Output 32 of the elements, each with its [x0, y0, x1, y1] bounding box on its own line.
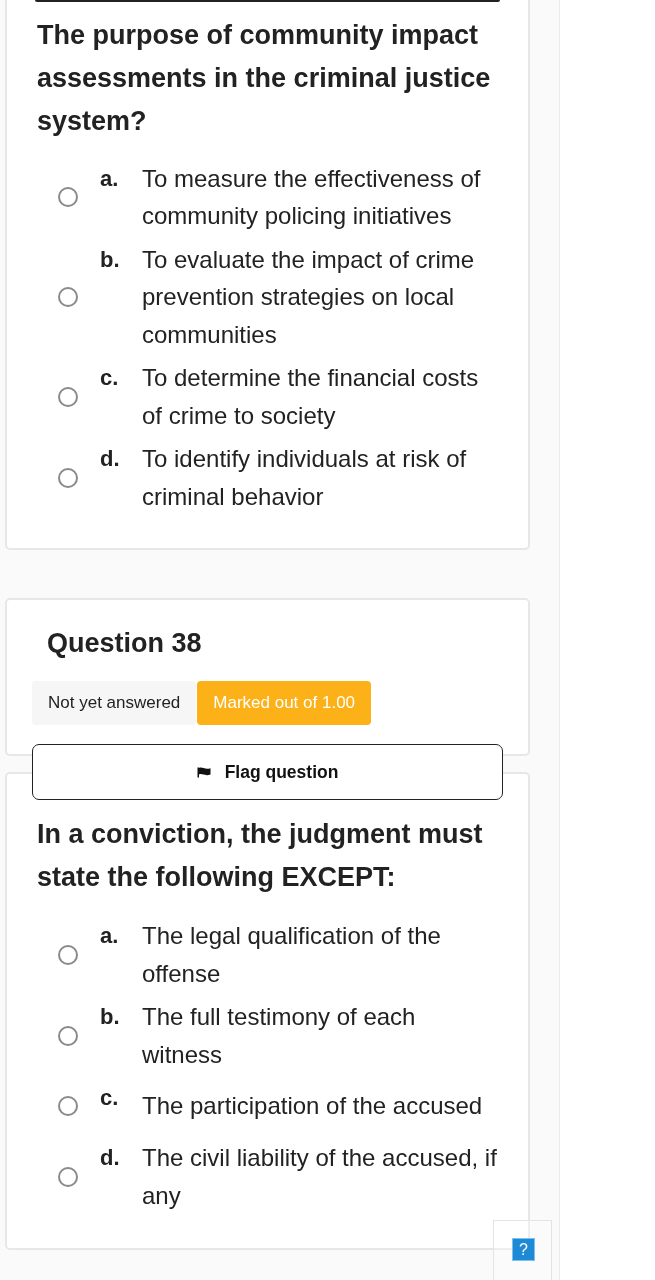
question-text: In a conviction, the judgment must state the following EXCEPT:: [37, 818, 484, 894]
option-text: To measure the effectiveness of community policing initiatives: [142, 163, 482, 231]
radio-button[interactable]: [58, 467, 78, 488]
option-letter: c.: [100, 364, 120, 392]
marks-info: Marked out of 1.00: [197, 681, 372, 725]
question-text: The purpose of community impact assessments in the criminal justice system?: [37, 18, 492, 138]
option-text: The participation of the accused: [142, 1091, 484, 1122]
question-number: Question 38: [47, 627, 203, 660]
option-letter: a.: [100, 922, 120, 950]
flag-question-button[interactable]: Flag question: [32, 744, 503, 800]
option-letter: b.: [100, 245, 121, 274]
radio-button[interactable]: [58, 386, 78, 407]
radio-button[interactable]: [58, 286, 78, 307]
help-button[interactable]: ?: [512, 1238, 535, 1261]
radio-button[interactable]: [58, 187, 78, 207]
flag-icon: [196, 766, 211, 778]
option-letter: c.: [100, 1084, 120, 1112]
option-text: The legal qualification of the offense: [142, 921, 442, 989]
answer-status: Not yet answered: [32, 681, 197, 725]
option-letter: a.: [100, 164, 120, 193]
option-letter: d.: [100, 1144, 121, 1172]
radio-button[interactable]: [58, 1096, 78, 1116]
option-text: To evaluate the impact of crime prevention strategies on local communities: [142, 244, 476, 350]
radio-button[interactable]: [58, 944, 78, 965]
option-text: To determine the financial costs of crime to society: [142, 363, 480, 431]
option-letter: b.: [100, 1003, 121, 1031]
radio-button[interactable]: [58, 1025, 78, 1046]
option-text: The full testimony of each witness: [142, 1002, 417, 1070]
option-letter: d.: [100, 445, 121, 473]
option-text: The civil liability of the accused, if any: [142, 1143, 498, 1211]
option-text: To identify individuals at risk of criminal behavior: [142, 444, 468, 512]
radio-button[interactable]: [58, 1166, 78, 1187]
